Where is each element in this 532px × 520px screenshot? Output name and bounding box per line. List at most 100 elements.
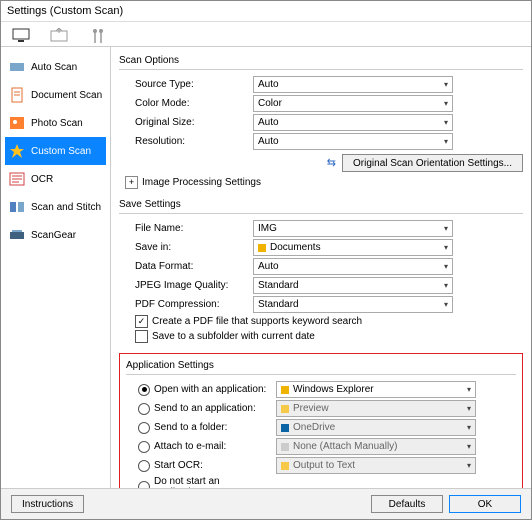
radio-icon [138, 403, 150, 415]
do-not-start-radio[interactable]: Do not start an application [126, 476, 270, 488]
sidebar-item-photo-scan[interactable]: Photo Scan [5, 109, 106, 137]
jpeg-quality-select[interactable]: Standard ▾ [253, 277, 453, 294]
open-with-value: Windows Explorer [293, 384, 374, 395]
sidebar-item-label: Auto Scan [31, 62, 77, 73]
original-size-label: Original Size: [119, 117, 247, 128]
sidebar-item-label: Photo Scan [31, 118, 83, 129]
content-panel: Scan Options Source Type: Auto ▾ Color M… [111, 47, 531, 488]
send-app-select[interactable]: Preview ▾ [276, 400, 476, 417]
original-size-value: Auto [258, 117, 279, 128]
checkbox-unchecked-icon [135, 330, 148, 343]
explorer-icon [281, 386, 289, 394]
save-in-value: Documents [270, 242, 321, 253]
original-size-select[interactable]: Auto ▾ [253, 114, 453, 131]
sidebar-item-document-scan[interactable]: Document Scan [5, 81, 106, 109]
source-type-label: Source Type: [119, 79, 247, 90]
radio-icon [138, 460, 150, 472]
settings-window: Settings (Custom Scan) Auto Scan [0, 0, 532, 520]
attach-email-select[interactable]: None (Attach Manually) ▾ [276, 438, 476, 455]
save-in-select[interactable]: Documents ▾ [253, 239, 453, 256]
chevron-down-icon: ▾ [467, 423, 471, 432]
open-with-label: Open with an application: [154, 384, 266, 395]
resolution-select[interactable]: Auto ▾ [253, 133, 453, 150]
radio-icon [138, 481, 150, 488]
resolution-value: Auto [258, 136, 279, 147]
send-app-radio[interactable]: Send to an application: [126, 403, 270, 415]
open-with-select[interactable]: Windows Explorer ▾ [276, 381, 476, 398]
preview-icon [281, 405, 289, 413]
chevron-down-icon: ▾ [444, 224, 448, 233]
chevron-down-icon: ▾ [467, 442, 471, 451]
photo-scan-icon [9, 115, 25, 131]
subfolder-label: Save to a subfolder with current date [152, 331, 315, 342]
send-folder-value: OneDrive [293, 422, 335, 433]
data-format-label: Data Format: [119, 261, 247, 272]
ok-button[interactable]: OK [449, 495, 521, 513]
chevron-down-icon: ▾ [444, 99, 448, 108]
sidebar: Auto Scan Document Scan Photo Scan Custo… [1, 47, 111, 488]
sidebar-item-label: Custom Scan [31, 146, 91, 157]
start-ocr-select[interactable]: Output to Text ▾ [276, 457, 476, 474]
jpeg-quality-label: JPEG Image Quality: [119, 280, 247, 291]
color-mode-value: Color [258, 98, 282, 109]
custom-scan-icon [9, 143, 25, 159]
data-format-select[interactable]: Auto ▾ [253, 258, 453, 275]
chevron-down-icon: ▾ [444, 118, 448, 127]
tab-to-computer-icon[interactable] [49, 26, 71, 46]
sidebar-item-ocr[interactable]: OCR [5, 165, 106, 193]
chevron-down-icon: ▾ [444, 137, 448, 146]
send-folder-select[interactable]: OneDrive ▾ [276, 419, 476, 436]
pdf-keyword-checkbox[interactable]: ✓ Create a PDF file that supports keywor… [119, 315, 523, 328]
scangear-icon [9, 227, 25, 243]
orientation-settings-button[interactable]: Original Scan Orientation Settings... [342, 154, 523, 172]
send-app-value: Preview [293, 403, 329, 414]
do-not-start-label: Do not start an application [154, 476, 270, 488]
send-folder-radio[interactable]: Send to a folder: [126, 422, 270, 434]
tab-tools-icon[interactable] [87, 26, 109, 46]
source-type-select[interactable]: Auto ▾ [253, 76, 453, 93]
radio-icon [138, 441, 150, 453]
sidebar-item-custom-scan[interactable]: Custom Scan [5, 137, 106, 165]
image-processing-label: Image Processing Settings [142, 177, 261, 188]
open-with-radio[interactable]: Open with an application: [126, 384, 270, 396]
chevron-down-icon: ▾ [444, 262, 448, 271]
instructions-button[interactable]: Instructions [11, 495, 84, 513]
sidebar-item-auto-scan[interactable]: Auto Scan [5, 53, 106, 81]
top-tab-bar [1, 22, 531, 47]
application-settings-highlight: Application Settings Open with an applic… [119, 353, 523, 488]
pdf-compression-label: PDF Compression: [119, 299, 247, 310]
checkbox-checked-icon: ✓ [135, 315, 148, 328]
subfolder-checkbox[interactable]: Save to a subfolder with current date [119, 330, 523, 343]
plus-icon: + [125, 176, 138, 189]
source-type-value: Auto [258, 79, 279, 90]
image-processing-expander[interactable]: + Image Processing Settings [119, 176, 523, 189]
chevron-down-icon: ▾ [444, 243, 448, 252]
save-settings-title: Save Settings [119, 199, 523, 210]
defaults-button[interactable]: Defaults [371, 495, 443, 513]
send-folder-label: Send to a folder: [154, 422, 227, 433]
chevron-down-icon: ▾ [467, 461, 471, 470]
scan-options-title: Scan Options [119, 55, 523, 66]
main-area: Auto Scan Document Scan Photo Scan Custo… [1, 47, 531, 488]
tab-from-computer-icon[interactable] [11, 26, 33, 46]
resolution-label: Resolution: [119, 136, 247, 147]
stitch-icon [9, 199, 25, 215]
pdf-compression-select[interactable]: Standard ▾ [253, 296, 453, 313]
sidebar-item-label: OCR [31, 174, 53, 185]
pdf-keyword-label: Create a PDF file that supports keyword … [152, 316, 362, 327]
attach-email-radio[interactable]: Attach to e-mail: [126, 441, 270, 453]
color-mode-select[interactable]: Color ▾ [253, 95, 453, 112]
save-settings-section: Save Settings File Name: IMG ▾ Save in: … [119, 199, 523, 343]
refresh-icon[interactable]: ⇆ [327, 154, 336, 172]
file-name-value: IMG [258, 223, 277, 234]
sidebar-item-scan-stitch[interactable]: Scan and Stitch [5, 193, 106, 221]
jpeg-quality-value: Standard [258, 280, 299, 291]
radio-icon [138, 422, 150, 434]
radio-selected-icon [138, 384, 150, 396]
sidebar-item-scangear[interactable]: ScanGear [5, 221, 106, 249]
text-icon [281, 462, 289, 470]
chevron-down-icon: ▾ [467, 404, 471, 413]
start-ocr-radio[interactable]: Start OCR: [126, 460, 270, 472]
file-name-field[interactable]: IMG ▾ [253, 220, 453, 237]
attach-email-value: None (Attach Manually) [293, 441, 398, 452]
